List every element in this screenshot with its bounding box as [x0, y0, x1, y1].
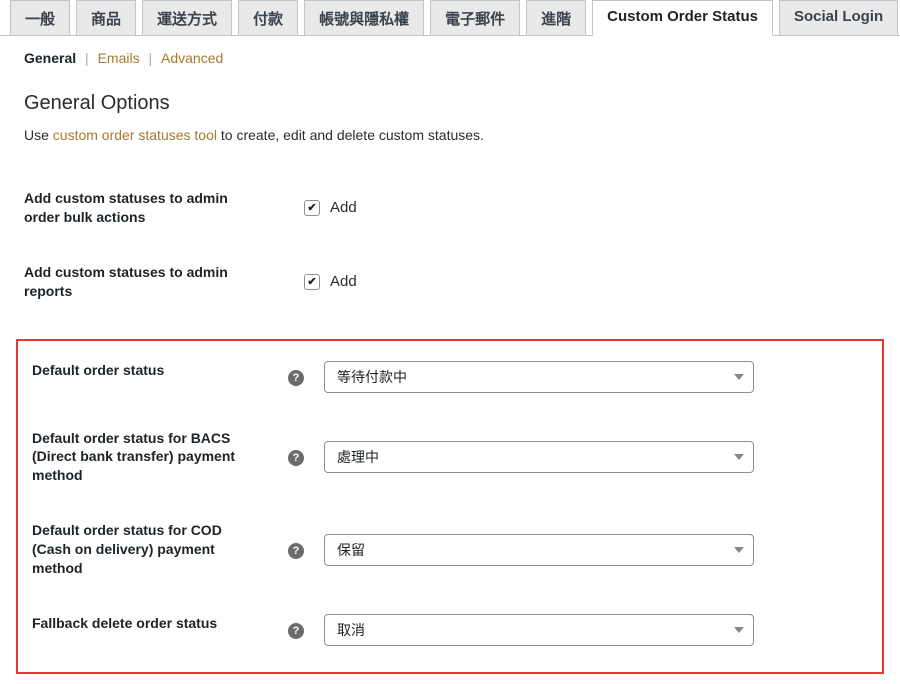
help-icon[interactable]: ?	[288, 370, 304, 386]
tab-products[interactable]: 商品	[76, 0, 136, 36]
tab-emails[interactable]: 電子郵件	[430, 0, 520, 36]
select-default-status-value: 等待付款中	[337, 369, 407, 385]
sub-nav: General | Emails | Advanced	[10, 36, 890, 72]
tab-accounts-privacy[interactable]: 帳號與隱私權	[304, 0, 424, 36]
tab-payments[interactable]: 付款	[238, 0, 298, 36]
select-default-bacs-value: 處理中	[337, 449, 379, 465]
options-table: Add custom statuses to admin order bulk …	[10, 171, 890, 319]
chevron-down-icon	[725, 615, 753, 645]
status-options-table: Default order status ? 等待付款中 Default ord…	[18, 343, 882, 664]
row-default-bacs: Default order status for BACS (Direct ba…	[18, 411, 882, 504]
check-icon	[304, 274, 320, 290]
row-default-status: Default order status ? 等待付款中	[18, 343, 882, 411]
label-fallback: Fallback delete order status	[18, 596, 278, 664]
subnav-advanced[interactable]: Advanced	[156, 50, 228, 66]
row-bulk-actions: Add custom statuses to admin order bulk …	[10, 171, 890, 245]
select-default-bacs[interactable]: 處理中	[324, 441, 754, 473]
highlighted-section: Default order status ? 等待付款中 Default ord…	[16, 339, 884, 674]
row-fallback: Fallback delete order status ? 取消	[18, 596, 882, 664]
checkbox-reports[interactable]: Add	[304, 273, 880, 290]
label-bulk-actions: Add custom statuses to admin order bulk …	[10, 171, 270, 245]
intro-text: Use custom order statuses tool to create…	[24, 127, 876, 143]
row-default-cod: Default order status for COD (Cash on de…	[18, 503, 882, 596]
select-fallback-value: 取消	[337, 622, 365, 638]
checkbox-reports-label: Add	[330, 273, 357, 290]
help-icon[interactable]: ?	[288, 543, 304, 559]
select-default-status[interactable]: 等待付款中	[324, 361, 754, 393]
select-default-cod[interactable]: 保留	[324, 534, 754, 566]
tab-general[interactable]: 一般	[10, 0, 70, 36]
chevron-down-icon	[725, 442, 753, 472]
select-fallback[interactable]: 取消	[324, 614, 754, 646]
checkbox-bulk-actions[interactable]: Add	[304, 199, 880, 216]
label-default-cod: Default order status for COD (Cash on de…	[18, 503, 278, 596]
row-reports: Add custom statuses to admin reports Add	[10, 245, 890, 319]
subnav-emails[interactable]: Emails	[93, 50, 145, 66]
check-icon	[304, 200, 320, 216]
chevron-down-icon	[725, 362, 753, 392]
label-reports: Add custom statuses to admin reports	[10, 245, 270, 319]
tab-advanced[interactable]: 進階	[526, 0, 586, 36]
checkbox-bulk-actions-label: Add	[330, 199, 357, 216]
help-icon[interactable]: ?	[288, 623, 304, 639]
tab-social-login[interactable]: Social Login	[779, 0, 898, 36]
settings-tabs: 一般 商品 運送方式 付款 帳號與隱私權 電子郵件 進階 Custom Orde…	[0, 0, 900, 36]
label-default-bacs: Default order status for BACS (Direct ba…	[18, 411, 278, 504]
section-title: General Options	[24, 92, 876, 115]
subnav-general[interactable]: General	[24, 50, 81, 66]
tab-custom-order-status[interactable]: Custom Order Status	[592, 0, 773, 36]
chevron-down-icon	[725, 535, 753, 565]
help-icon[interactable]: ?	[288, 450, 304, 466]
select-default-cod-value: 保留	[337, 542, 365, 558]
intro-link[interactable]: custom order statuses tool	[53, 127, 217, 143]
tab-shipping[interactable]: 運送方式	[142, 0, 232, 36]
label-default-status: Default order status	[18, 343, 278, 411]
